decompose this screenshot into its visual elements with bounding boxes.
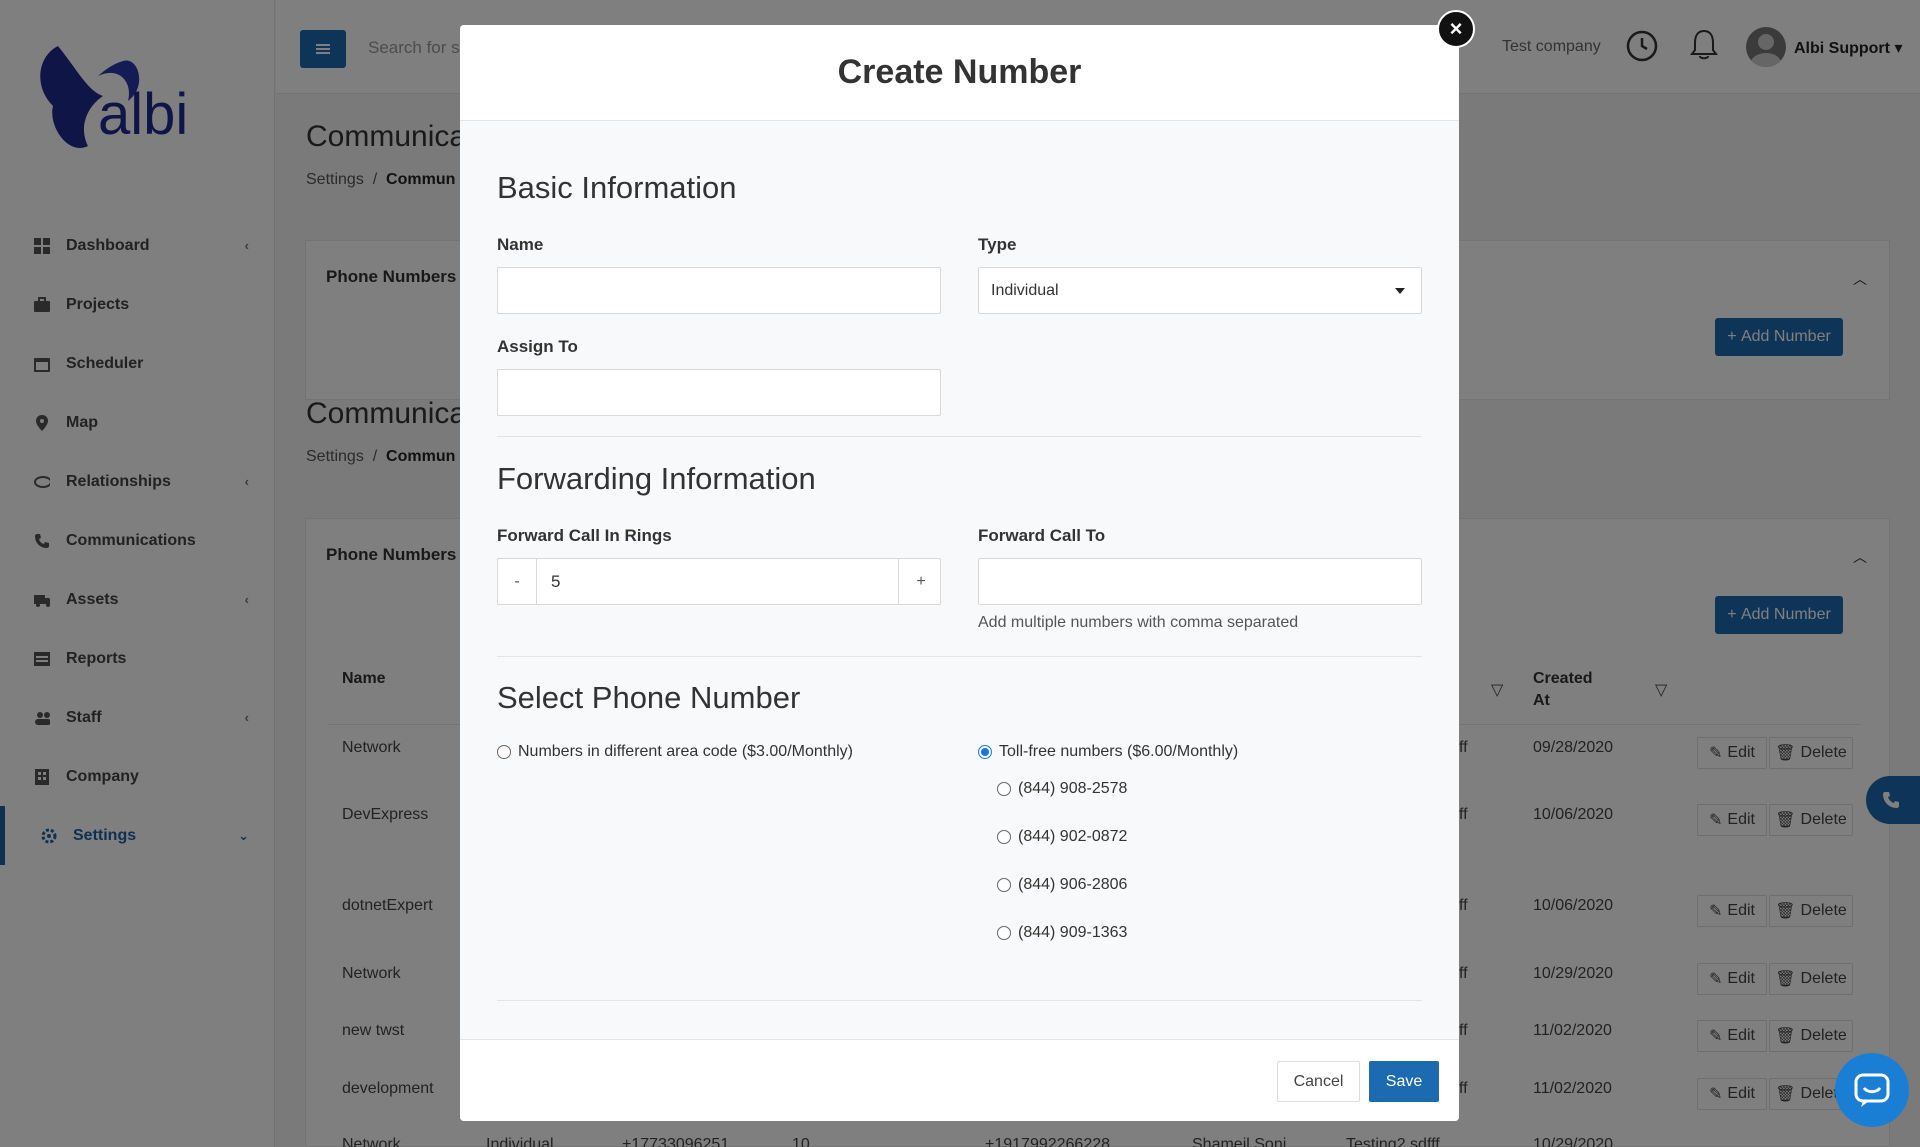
number-option-label: (844) 909-1363 — [1018, 924, 1128, 941]
modal-title: Create Number — [837, 53, 1082, 91]
chat-widget-button[interactable] — [1835, 1053, 1909, 1127]
number-option[interactable]: (844) 906-2806 — [997, 876, 1127, 894]
section-title-basic: Basic Information — [497, 170, 737, 205]
modal-footer: Cancel Save — [460, 1039, 1459, 1121]
number-option-label: (844) 902-0872 — [1018, 828, 1128, 845]
section-title-forwarding: Forwarding Information — [497, 461, 816, 496]
number-option-label: (844) 908-2578 — [1018, 780, 1128, 797]
toll-free-radio-label: Toll-free numbers ($6.00/Monthly) — [999, 743, 1239, 760]
radio-checked-icon — [978, 745, 992, 759]
close-icon[interactable]: × — [1437, 10, 1475, 48]
section-title-phone: Select Phone Number — [497, 680, 801, 715]
radio-icon — [997, 830, 1011, 844]
rings-input[interactable]: 5 — [536, 559, 899, 604]
number-option-label: (844) 906-2806 — [1018, 876, 1128, 893]
radio-icon — [497, 745, 511, 759]
cancel-button[interactable]: Cancel — [1277, 1061, 1360, 1102]
number-option[interactable]: (844) 908-2578 — [997, 780, 1127, 798]
type-label: Type — [978, 235, 1017, 254]
type-select[interactable]: Individual — [978, 267, 1422, 314]
increment-button[interactable]: + — [902, 559, 940, 604]
name-label: Name — [497, 235, 544, 254]
rings-stepper: - 5 + — [497, 558, 941, 605]
number-option[interactable]: (844) 909-1363 — [997, 924, 1127, 942]
number-option[interactable]: (844) 902-0872 — [997, 828, 1127, 846]
rings-label: Forward Call In Rings — [497, 526, 672, 545]
chat-icon — [1854, 1073, 1890, 1107]
decrement-button[interactable]: - — [498, 559, 536, 604]
forward-to-field[interactable] — [978, 558, 1422, 605]
create-number-modal: Create Number Basic Information Name Typ… — [460, 25, 1459, 1121]
divider — [497, 436, 1422, 437]
radio-icon — [997, 782, 1011, 796]
save-button[interactable]: Save — [1369, 1061, 1439, 1102]
forward-to-label: Forward Call To — [978, 526, 1106, 545]
type-select-value: Individual — [991, 281, 1059, 299]
area-code-radio-label: Numbers in different area code ($3.00/Mo… — [518, 743, 853, 760]
radio-icon — [997, 926, 1011, 940]
assign-to-label: Assign To — [497, 337, 578, 356]
caret-down-icon — [1395, 288, 1405, 294]
area-code-radio[interactable]: Numbers in different area code ($3.00/Mo… — [497, 743, 853, 761]
forward-to-help: Add multiple numbers with comma separate… — [978, 614, 1299, 631]
divider — [497, 1000, 1422, 1001]
name-field[interactable] — [497, 267, 941, 314]
toll-free-radio[interactable]: Toll-free numbers ($6.00/Monthly) — [978, 743, 1238, 761]
divider — [497, 656, 1422, 657]
radio-icon — [997, 878, 1011, 892]
assign-to-field[interactable] — [497, 369, 941, 416]
modal-header: Create Number — [460, 25, 1459, 121]
